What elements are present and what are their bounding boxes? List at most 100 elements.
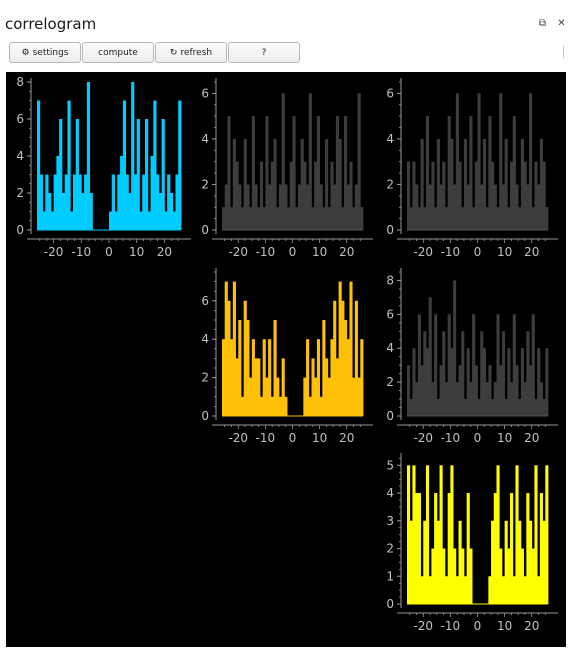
panel1-bar: [117, 174, 121, 230]
panel6-bar: [493, 493, 497, 604]
panel4-bar: [222, 339, 226, 416]
panel2-bar: [357, 93, 361, 230]
panel2-bar: [278, 184, 283, 230]
panel5-bar: [499, 365, 503, 416]
panel1-y-tick-label: 8: [16, 75, 24, 89]
panel4-bar: [327, 377, 331, 416]
panel1-bar: [133, 174, 138, 230]
panel3-bar: [447, 116, 451, 230]
panel6-bar: [461, 548, 465, 604]
settings-button[interactable]: ⚙ settings: [9, 42, 81, 63]
panel5-bar: [453, 280, 457, 416]
panel5-bar: [444, 382, 449, 416]
panel5-bar: [510, 382, 514, 416]
panel6-bar: [434, 493, 438, 604]
compute-button[interactable]: compute: [82, 42, 154, 63]
panel3-bar: [510, 161, 514, 230]
panel4-bar: [308, 396, 312, 416]
panel2-bar: [335, 116, 339, 230]
panel5-bar: [491, 399, 495, 416]
panel6-bar: [463, 576, 468, 604]
panel2-bar: [259, 161, 264, 230]
panel4-bar: [238, 320, 242, 416]
panel3-bar: [499, 93, 503, 230]
panel2-bar: [360, 207, 364, 230]
panel5-bar: [442, 331, 446, 416]
refresh-button[interactable]: ↻ refresh: [155, 42, 227, 63]
panel3-bar: [474, 161, 478, 230]
panel3-bar: [423, 207, 427, 230]
panel6-bar: [523, 576, 527, 604]
panel1-y-tick-label: 2: [16, 186, 24, 200]
close-icon[interactable]: ✕: [556, 18, 567, 29]
panel5-bar: [518, 399, 522, 416]
panel1-bar: [50, 211, 55, 230]
panel1-bar: [39, 174, 43, 230]
panel5-bar: [420, 365, 424, 416]
panel6-bar: [515, 465, 519, 604]
panel5-bar: [520, 348, 524, 416]
panel6-y-tick-label: 2: [386, 542, 394, 556]
panel3-bar: [515, 184, 519, 230]
panel6-bar: [425, 465, 430, 604]
panel4-bar: [316, 339, 321, 416]
restore-icon[interactable]: ⧉: [537, 18, 548, 29]
panel5-bar: [496, 314, 500, 416]
panel2-y-tick-label: 0: [201, 223, 209, 237]
panel2-bar: [224, 184, 228, 230]
panel1-bar: [84, 174, 88, 230]
correlogram-grid: 02468-20 -10 0 10 200246-20 -10 0 10 200246-20 -1…: [16, 75, 558, 633]
panel1-bar: [48, 193, 52, 230]
toolbar-separator: [563, 46, 564, 58]
panel6-bar: [453, 548, 457, 604]
panel4-bar: [333, 300, 337, 416]
panel3-bar: [531, 207, 535, 230]
panel3-y-tick-label: 0: [386, 223, 394, 237]
panel5-bar: [447, 314, 451, 416]
panel1-bar: [136, 119, 140, 230]
panel3-bar: [436, 138, 440, 230]
panel1-bar: [158, 193, 163, 230]
panel2-bar: [281, 93, 285, 230]
panel5-bar: [434, 314, 438, 416]
panel5-x-tick-label: -20: [413, 431, 433, 445]
panel4-bar: [227, 300, 231, 416]
panel2-bar: [311, 207, 315, 230]
panel2-bar: [346, 184, 350, 230]
panel2-x-tick-label: -20: [228, 245, 248, 259]
panel2-bar: [254, 184, 258, 230]
panel1-bar: [86, 82, 91, 230]
panel4-bar: [270, 396, 274, 416]
panel5-bar: [493, 382, 497, 416]
help-button[interactable]: ?: [228, 42, 300, 63]
panel1-bar: [37, 100, 41, 230]
panel2-bar: [354, 184, 358, 230]
panel6-bar: [537, 576, 541, 604]
panel3-bar: [466, 184, 470, 230]
panel4-y-tick-label: 2: [201, 371, 209, 385]
panel5-bar: [417, 314, 421, 416]
panel6-bar: [428, 576, 432, 604]
panel5-y-tick-label: 4: [386, 341, 394, 355]
panel1-bar: [73, 174, 77, 230]
panel4-y-tick-label: 6: [201, 294, 209, 308]
panel4-bar: [335, 358, 339, 416]
panel4-x-tick-label: 20: [339, 431, 354, 445]
panel3-bar: [455, 93, 459, 230]
panel2-bar: [289, 161, 293, 230]
panel1-bar: [122, 100, 127, 230]
panel5-bar: [504, 399, 508, 416]
panel5-bar: [531, 314, 535, 416]
panel3-bar: [409, 207, 413, 230]
panel1-bar: [131, 82, 135, 230]
panel4-x-tick-label: 10: [312, 431, 327, 445]
panel3-bar: [458, 161, 462, 230]
panel3-bar: [412, 161, 416, 230]
panel2-bar: [287, 207, 291, 230]
panel5-bar: [545, 348, 549, 416]
panel1-x-tick-label: -20: [44, 245, 64, 259]
panel1-bar: [175, 174, 179, 230]
panel2-bar: [222, 207, 226, 230]
panel6-x-tick-label: 10: [497, 619, 512, 633]
panel2-bar: [344, 116, 348, 230]
